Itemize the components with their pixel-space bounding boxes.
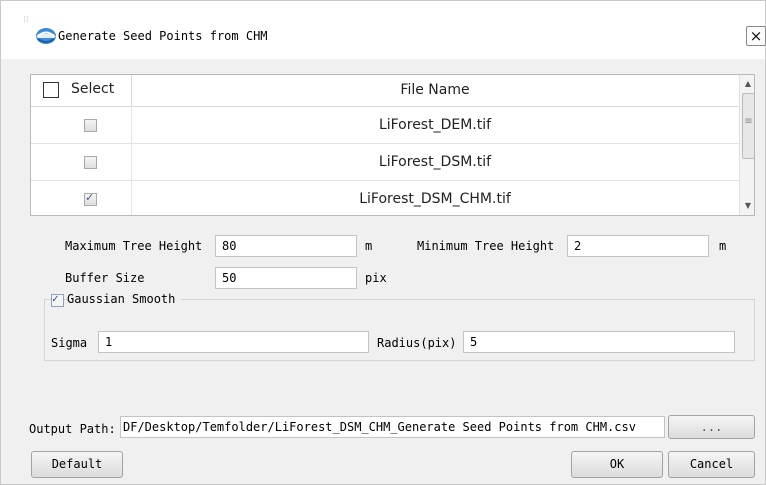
table-scrollbar[interactable]: ▲ ▼ xyxy=(739,75,754,215)
title-bar: ⁞⁞ Generate Seed Points from CHM × xyxy=(1,1,766,59)
file-name-cell: LiForest_DEM.tif xyxy=(378,117,492,133)
row-checkbox[interactable] xyxy=(84,156,97,169)
table-row[interactable]: LiForest_DSM.tif xyxy=(31,144,739,181)
row-select-cell xyxy=(31,107,132,143)
scroll-up-arrow-icon[interactable]: ▲ xyxy=(740,79,754,91)
seed-points-dialog: ⁞⁞ Generate Seed Points from CHM × Selec… xyxy=(0,0,766,485)
sigma-input[interactable]: 1 xyxy=(98,331,369,353)
table-header: Select File Name xyxy=(31,75,739,107)
output-path-input[interactable]: DF/Desktop/Temfolder/LiForest_DSM_CHM_Ge… xyxy=(120,416,665,438)
row-checkbox[interactable] xyxy=(84,119,97,132)
buffer-size-unit: pix xyxy=(365,271,387,285)
max-tree-height-unit: m xyxy=(365,239,373,253)
min-tree-height-unit: m xyxy=(719,239,727,253)
row-select-cell xyxy=(31,181,132,215)
ok-button[interactable]: OK xyxy=(571,451,663,478)
radius-input[interactable]: 5 xyxy=(463,331,735,353)
default-button[interactable]: Default xyxy=(31,451,123,478)
buffer-size-label: Buffer Size xyxy=(65,271,145,285)
row-select-cell xyxy=(31,144,132,180)
dialog-title: Generate Seed Points from CHM xyxy=(58,29,268,43)
file-name-header[interactable]: File Name xyxy=(131,75,739,106)
min-tree-height-input[interactable]: 2 xyxy=(567,235,709,257)
file-table: Select File Name LiForest_DEM.tif LiFore… xyxy=(30,74,755,216)
scroll-thumb[interactable] xyxy=(742,93,754,159)
table-row[interactable]: LiForest_DEM.tif xyxy=(31,107,739,144)
scroll-down-arrow-icon[interactable]: ▼ xyxy=(740,201,754,213)
output-path-label: Output Path: xyxy=(29,422,116,436)
gaussian-smooth-label: Gaussian Smooth xyxy=(67,292,182,306)
select-header-label: Select xyxy=(71,81,115,97)
select-column-header[interactable]: Select xyxy=(31,75,132,106)
buffer-size-input[interactable]: 50 xyxy=(215,267,357,289)
row-checkbox[interactable] xyxy=(84,191,97,206)
table-row[interactable]: LiForest_DSM_CHM.tif xyxy=(31,181,739,215)
app-logo-icon xyxy=(36,28,56,44)
close-button[interactable]: × xyxy=(746,26,766,46)
max-tree-height-label: Maximum Tree Height xyxy=(65,239,203,253)
cancel-button[interactable]: Cancel xyxy=(668,451,755,478)
min-tree-height-label: Minimum Tree Height xyxy=(417,239,555,253)
file-name-cell: LiForest_DSM.tif xyxy=(378,154,492,170)
browse-button[interactable]: ... xyxy=(668,415,755,439)
drag-grip-icon: ⁞⁞ xyxy=(23,15,29,25)
select-all-checkbox[interactable] xyxy=(43,82,59,98)
gaussian-smooth-checkbox[interactable] xyxy=(51,292,64,307)
max-tree-height-input[interactable]: 80 xyxy=(215,235,357,257)
file-name-cell: LiForest_DSM_CHM.tif xyxy=(359,191,511,207)
radius-label: Radius(pix) xyxy=(377,336,457,350)
sigma-label: Sigma xyxy=(51,336,88,350)
